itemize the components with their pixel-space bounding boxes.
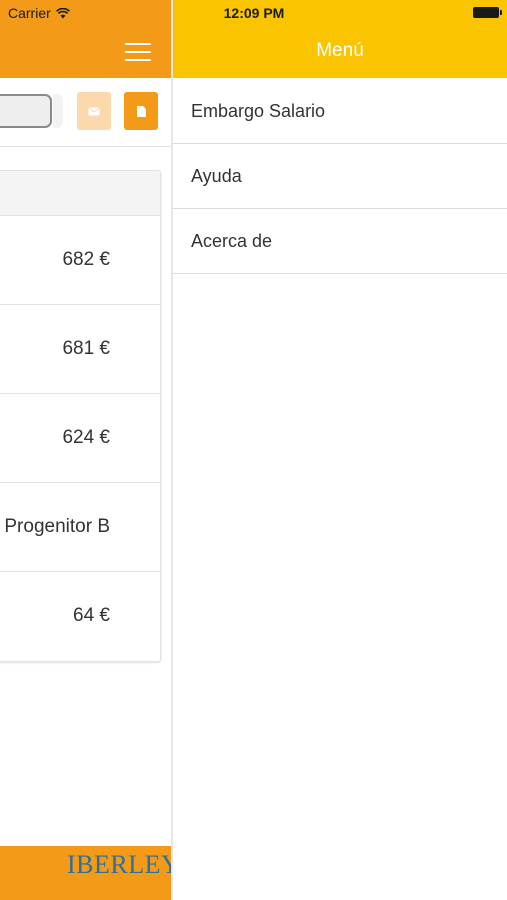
menu-item-embargo-salario[interactable]: Embargo Salario [173,79,507,144]
toolbar [0,78,171,147]
row-value: Progenitor B [4,516,110,537]
results-card: 682 € 681 € 624 € Progenitor B 64 € [0,170,161,662]
battery-tip [500,10,502,15]
status-carrier: Carrier [8,5,70,21]
document-button[interactable] [124,92,158,130]
battery-icon [473,7,499,18]
carrier-label: Carrier [8,5,51,21]
document-icon [136,105,146,117]
row-value: 682 € [62,249,110,270]
main-pane: Carrier 682 € 681 € 624 € Progenitor B 6… [0,0,171,900]
main-header: Carrier [0,0,171,78]
table-row: 681 € [0,305,160,394]
search-input-edge [53,94,63,128]
menu-item-label: Acerca de [191,231,273,251]
row-value: 624 € [62,427,110,448]
menu-header: 12:09 PM Menú [173,0,507,78]
row-value: 64 € [73,605,110,626]
menu-pane: 12:09 PM Menú Embargo Salario Ayuda Acer… [173,0,507,900]
hamburger-icon[interactable] [125,43,151,61]
table-row: 624 € [0,394,160,483]
menu-item-acerca-de[interactable]: Acerca de [173,209,507,274]
menu-title: Menú [316,40,364,61]
card-header [0,171,160,216]
menu-item-label: Embargo Salario [191,101,326,121]
table-row: 682 € [0,216,160,305]
menu-item-ayuda[interactable]: Ayuda [173,144,507,209]
table-row: 64 € [0,572,160,660]
iberley-logo: IBERLEY [67,850,171,879]
table-row: Progenitor B [0,483,160,572]
mail-button[interactable] [77,92,111,130]
status-time: 12:09 PM [223,5,285,21]
menu-item-label: Ayuda [191,166,242,186]
row-value: 681 € [62,338,110,359]
search-input[interactable] [0,94,52,128]
menu-list: Embargo Salario Ayuda Acerca de [173,79,507,274]
mail-icon [88,106,100,115]
wifi-icon [55,7,70,18]
